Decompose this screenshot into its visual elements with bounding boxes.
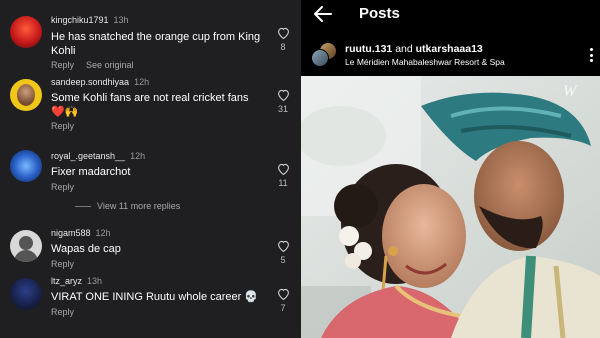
like-count: 7 — [280, 303, 286, 313]
reply-button[interactable]: Reply — [51, 182, 74, 192]
comment-text: He has snatched the orange cup from King… — [51, 31, 261, 57]
avatar[interactable] — [10, 230, 42, 262]
page-title: Posts — [359, 5, 400, 22]
post-authors[interactable]: ruutu.131 and utkarshaaa13 — [345, 43, 483, 55]
comment-text: VIRAT ONE INING Ruutu whole career 💀 — [51, 291, 259, 303]
like-count: 8 — [280, 42, 286, 52]
post-panel: Posts ruutu.131 and utkarshaaa13 Le Méri… — [301, 0, 600, 338]
comment-time: 12h — [130, 151, 146, 161]
comment-username[interactable]: sandeep.sondhiyaa 12h — [51, 77, 149, 87]
avatar[interactable] — [10, 79, 42, 111]
comment-text: Some Kohli fans are not real cricket fan… — [51, 92, 249, 118]
comment-time: 12h — [134, 77, 150, 87]
like-count: 5 — [280, 255, 286, 265]
back-arrow-icon[interactable] — [313, 5, 333, 23]
svg-text:W: W — [563, 83, 578, 100]
comment-text: Wapas de cap — [51, 243, 121, 255]
comment-text: Fixer madarchot — [51, 166, 131, 178]
heart-icon — [277, 163, 289, 175]
wedding-photo-image: W — [301, 76, 600, 338]
reply-button[interactable]: Reply — [51, 259, 74, 269]
post-photo[interactable]: W — [301, 76, 600, 338]
comment-username[interactable]: nigam588 12h — [51, 228, 111, 238]
avatar[interactable] — [311, 42, 337, 67]
comment-time: 12h — [95, 228, 111, 238]
like-button[interactable]: 8 — [275, 27, 291, 52]
reply-button[interactable]: Reply — [51, 121, 74, 131]
comment-username[interactable]: kingchiku1791 13h — [51, 15, 129, 25]
avatar[interactable] — [10, 150, 42, 182]
comment-time: 13h — [87, 276, 103, 286]
comment-username[interactable]: ltz_aryz 13h — [51, 276, 102, 286]
like-button[interactable]: 5 — [275, 240, 291, 265]
more-vertical-icon[interactable] — [590, 48, 594, 65]
like-button[interactable]: 31 — [275, 89, 291, 114]
like-button[interactable]: 7 — [275, 288, 291, 313]
reply-button[interactable]: Reply — [51, 60, 74, 70]
heart-icon — [277, 27, 289, 39]
like-count: 11 — [278, 178, 288, 188]
avatar[interactable] — [10, 16, 42, 48]
see-original-button[interactable]: See original — [86, 60, 134, 70]
comment-username[interactable]: royal_.geetansh__ 12h — [51, 151, 145, 161]
heart-icon — [277, 240, 289, 252]
author-username[interactable]: ruutu.131 — [345, 43, 392, 55]
heart-icon — [277, 89, 289, 101]
avatar[interactable] — [10, 278, 42, 310]
comment-time: 13h — [113, 15, 129, 25]
like-count: 31 — [277, 104, 288, 114]
post-header: Posts — [301, 0, 600, 30]
heart-icon — [277, 288, 289, 300]
comments-panel: kingchiku1791 13h He has snatched the ora… — [0, 0, 301, 338]
reply-button[interactable]: Reply — [51, 307, 74, 317]
view-more-replies-button[interactable]: View 11 more replies — [75, 201, 180, 211]
like-button[interactable]: 11 — [275, 163, 291, 188]
author-username[interactable]: utkarshaaa13 — [416, 43, 483, 55]
post-location[interactable]: Le Méridien Mahabaleshwar Resort & Spa — [345, 57, 505, 67]
